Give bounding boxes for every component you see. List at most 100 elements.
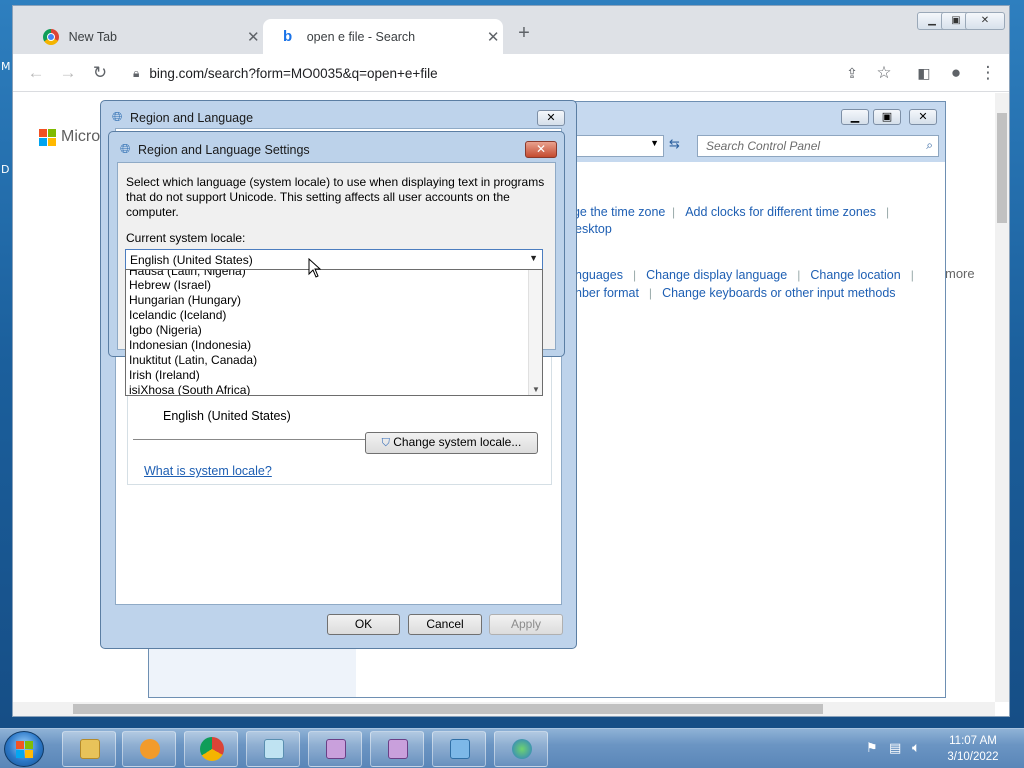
desktop-edge-glyph: M (1, 60, 11, 73)
minimize-button[interactable]: ▁ (841, 109, 869, 125)
link-row: nber format | Change keyboards or other … (575, 286, 896, 300)
action-center-icon[interactable]: ⚑ (866, 740, 878, 756)
browser-toolbar: ← → ↻ 🔒︎ bing.com/search?form=MO0035&q=o… (13, 54, 1009, 92)
link-change-location[interactable]: Change location (810, 268, 900, 282)
globe-clock-icon (512, 739, 532, 759)
menu-dots-icon[interactable]: ⋮ (977, 62, 999, 84)
apply-button[interactable]: Apply (489, 614, 563, 635)
list-item[interactable]: Hausa (Latin, Nigeria) (129, 270, 246, 278)
dialog-title: Region and Language Settings (138, 143, 310, 157)
system-clock[interactable]: 11:07 AM 3/10/2022 (930, 733, 1016, 765)
search-control-panel-input[interactable]: Search Control Panel ⌕ (697, 135, 939, 157)
search-icon: ⌕ (926, 138, 933, 152)
link-change-keyboards[interactable]: Change keyboards or other input methods (662, 286, 895, 300)
list-item[interactable]: Irish (Ireland) (129, 368, 200, 382)
list-item[interactable]: Hungarian (Hungary) (129, 293, 241, 307)
taskbar-explorer[interactable] (62, 731, 116, 767)
selected-locale: English (United States) (130, 253, 253, 267)
mouse-cursor-icon (308, 258, 322, 278)
link-languages[interactable]: nguages (575, 268, 623, 282)
list-item[interactable]: Inuktitut (Latin, Canada) (129, 353, 257, 367)
list-item[interactable]: isiXhosa (South Africa) (129, 383, 250, 395)
network-icon[interactable]: ▤ (889, 740, 901, 756)
link-add-clocks[interactable]: Add clocks for different time zones (685, 205, 876, 219)
address-bar[interactable]: 🔒︎ bing.com/search?form=MO0035&q=open+e+… (119, 59, 891, 87)
chevron-down-icon: ▼ (650, 138, 659, 148)
close-window-button[interactable]: ✕ (965, 12, 1005, 30)
button-label: Change system locale... (393, 435, 522, 449)
taskbar-region[interactable] (494, 731, 548, 767)
reload-icon[interactable]: ↻ (89, 62, 111, 84)
link-row: nguages | Change display language | Chan… (575, 268, 914, 282)
tab-open-e-file-search[interactable]: b open e file - Search ✕ (263, 19, 503, 54)
close-window-button[interactable]: ✕ (909, 109, 937, 125)
taskbar-control-panel[interactable] (432, 731, 486, 767)
taskbar-app[interactable] (308, 731, 362, 767)
share-icon[interactable]: ⇪ (841, 62, 863, 84)
volume-icon[interactable]: 🔈︎ (912, 739, 920, 756)
close-icon[interactable]: ✕ (483, 28, 503, 46)
description-text: Select which language (system locale) to… (126, 175, 545, 219)
dropdown-scrollbar[interactable]: ▼ (528, 270, 542, 395)
list-item[interactable]: Icelandic (Iceland) (129, 308, 226, 322)
explorer-icon (80, 739, 100, 759)
start-button[interactable] (4, 731, 44, 767)
taskbar-media-player[interactable] (122, 731, 176, 767)
vertical-scrollbar[interactable] (995, 93, 1009, 702)
link-change-display-language[interactable]: Change display language (646, 268, 787, 282)
tab-new-tab[interactable]: New Tab ✕ (23, 19, 263, 54)
profile-icon[interactable]: ● (945, 62, 967, 84)
notepad-icon (264, 739, 284, 759)
bookmark-star-icon[interactable]: ☆ (873, 62, 895, 84)
chrome-icon (200, 737, 224, 761)
close-window-button[interactable]: ✕ (537, 110, 565, 126)
tab-title: open e file - Search (306, 29, 416, 44)
current-language-value: English (United States) (163, 409, 291, 423)
tab-title: New Tab (68, 29, 117, 44)
locale-dropdown-list[interactable]: Hausa (Latin, Nigeria) Hebrew (Israel) H… (125, 269, 543, 396)
clock-time: 11:07 AM (949, 735, 997, 747)
list-item[interactable]: Hebrew (Israel) (129, 278, 211, 292)
clock-date: 3/10/2022 (947, 751, 999, 763)
desktop-edge-glyph: D (1, 163, 10, 176)
globe-icon: 🌐︎ (112, 109, 123, 124)
list-item[interactable]: Igbo (Nigeria) (129, 323, 202, 337)
ok-button[interactable]: OK (327, 614, 400, 635)
change-system-locale-button[interactable]: ⛉ Change system locale... (365, 432, 538, 454)
search-placeholder: Search Control Panel (706, 139, 821, 153)
chrome-icon (43, 28, 59, 45)
taskbar-notepad[interactable] (246, 731, 300, 767)
link-change-time-zone[interactable]: nge the time zone (566, 205, 665, 219)
dialog-title: Region and Language (130, 111, 254, 125)
cancel-button[interactable]: Cancel (408, 614, 482, 635)
character-icon (388, 739, 408, 759)
control-panel-icon (450, 739, 470, 759)
system-locale-select[interactable]: English (United States) ▼ (125, 249, 543, 270)
close-window-button[interactable]: ✕ (525, 141, 557, 158)
list-item[interactable]: Indonesian (Indonesia) (129, 338, 251, 352)
globe-icon: 🌐︎ (120, 141, 131, 156)
new-tab-button[interactable]: + (511, 22, 537, 45)
refresh-icon[interactable]: ⇆ (669, 136, 680, 152)
lock-icon: 🔒︎ (133, 65, 140, 80)
maximize-button[interactable]: ▣ (873, 109, 901, 125)
more-text[interactable]: more (945, 266, 975, 281)
taskbar-chrome[interactable] (184, 731, 238, 767)
media-player-icon (140, 739, 160, 759)
address-text: bing.com/search?form=MO0035&q=open+e+fil… (149, 65, 438, 81)
what-is-system-locale-link[interactable]: What is system locale? (144, 464, 272, 478)
microsoft-logo: Micros (39, 128, 108, 146)
close-icon[interactable]: ✕ (244, 28, 263, 46)
back-arrow-icon[interactable]: ← (25, 62, 47, 84)
forward-arrow-icon[interactable]: → (57, 62, 79, 84)
link-number-format[interactable]: nber format (575, 286, 639, 300)
taskbar: ⚑ ▤ 🔈︎ 11:07 AM 3/10/2022 (0, 728, 1024, 768)
taskbar-app[interactable] (370, 731, 424, 767)
chevron-down-icon: ▼ (529, 253, 538, 263)
sidebar-icon[interactable]: ◧ (913, 62, 935, 84)
link-desktop[interactable]: esktop (575, 222, 612, 236)
chevron-down-icon[interactable]: ▼ (532, 385, 540, 394)
character-icon (326, 739, 346, 759)
horizontal-scrollbar[interactable] (13, 702, 995, 716)
bing-icon: b (283, 27, 293, 45)
